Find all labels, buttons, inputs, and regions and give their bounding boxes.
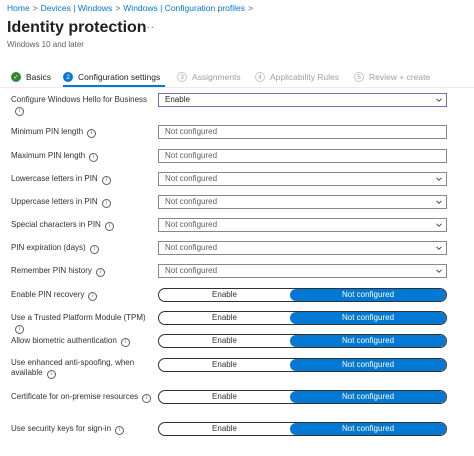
setting-label: Lowercase letters in PIN i [11, 174, 156, 185]
anti-spoofing-toggle: Enable Not configured [158, 358, 447, 372]
info-icon[interactable]: i [101, 176, 111, 185]
checkmark-icon: ✓ [11, 72, 21, 82]
step-label: Assignments [192, 72, 241, 82]
input-placeholder: Not configured [165, 151, 218, 160]
toggle-option-enable[interactable]: Enable [159, 312, 290, 324]
min-pin-length-input[interactable]: Not configured [158, 125, 447, 139]
chevron-down-icon [436, 98, 442, 102]
info-icon[interactable]: i [142, 394, 152, 403]
setting-label: Configure Windows Hello for Businessi [11, 95, 148, 116]
step-label: Basics [26, 72, 52, 82]
dropdown-value: Not configured [165, 266, 218, 275]
toggle-option-enable[interactable]: Enable [159, 423, 290, 435]
setting-label: PIN expiration (days) i [11, 243, 156, 254]
step-basics[interactable]: ✓ Basics [11, 70, 51, 84]
setting-label: Use enhanced anti-spoofing, when availab… [11, 358, 135, 379]
pin-expiration-dropdown[interactable]: Not configured [158, 241, 447, 255]
info-icon[interactable]: i [15, 107, 24, 116]
info-icon[interactable]: i [46, 370, 56, 379]
pin-recovery-toggle: Enable Not configured [158, 288, 447, 302]
dropdown-value: Enable [165, 95, 190, 104]
breadcrumb-separator: > [32, 3, 38, 13]
biometric-toggle: Enable Not configured [158, 334, 447, 348]
toggle-option-not-configured[interactable]: Not configured [290, 289, 446, 301]
step-number: 2 [63, 72, 73, 82]
step-configuration-settings[interactable]: 2 Configuration settings [63, 70, 160, 84]
windows-hello-dropdown[interactable]: Enable [158, 93, 447, 107]
setting-label: Maximum PIN length i [11, 151, 156, 162]
setting-label: Special characters in PIN i [11, 220, 156, 231]
max-pin-length-input[interactable]: Not configured [158, 149, 447, 163]
info-icon[interactable]: i [115, 426, 125, 435]
security-keys-toggle: Enable Not configured [158, 422, 447, 436]
toggle-option-not-configured[interactable]: Not configured [290, 391, 446, 403]
chevron-down-icon [436, 269, 442, 273]
dropdown-value: Not configured [165, 197, 218, 206]
setting-label: Uppercase letters in PIN i [11, 197, 156, 208]
step-number: 5 [354, 72, 364, 82]
divider [0, 87, 474, 88]
toggle-option-enable[interactable]: Enable [159, 359, 290, 371]
pin-history-dropdown[interactable]: Not configured [158, 264, 447, 278]
info-icon[interactable]: i [104, 222, 114, 231]
step-label: Review + create [369, 72, 431, 82]
breadcrumb: Home > Devices | Windows > Windows | Configu… [7, 3, 256, 13]
info-icon[interactable]: i [101, 199, 111, 208]
step-applicability-rules[interactable]: 4 Applicability Rules [255, 70, 339, 84]
info-icon[interactable]: i [15, 325, 24, 334]
toggle-option-enable[interactable]: Enable [159, 391, 290, 403]
breadcrumb-separator: > [115, 3, 121, 13]
dropdown-value: Not configured [165, 220, 218, 229]
setting-label: Allow biometric authentication i [11, 336, 156, 347]
setting-label: Use a Trusted Platform Module (TPM)i [11, 313, 146, 334]
breadcrumb-devices-windows[interactable]: Devices | Windows [41, 3, 113, 13]
chevron-down-icon [436, 200, 442, 204]
setting-label: Minimum PIN length i [11, 127, 156, 138]
step-number: 3 [177, 72, 187, 82]
special-characters-dropdown[interactable]: Not configured [158, 218, 447, 232]
step-label: Configuration settings [78, 72, 161, 82]
chevron-down-icon [436, 223, 442, 227]
lowercase-dropdown[interactable]: Not configured [158, 172, 447, 186]
toggle-option-not-configured[interactable]: Not configured [290, 359, 446, 371]
chevron-down-icon [436, 177, 442, 181]
toggle-option-not-configured[interactable]: Not configured [290, 423, 446, 435]
uppercase-dropdown[interactable]: Not configured [158, 195, 447, 209]
info-icon[interactable]: i [87, 129, 97, 138]
more-options-icon[interactable]: ··· [142, 22, 155, 33]
toggle-option-not-configured[interactable]: Not configured [290, 312, 446, 324]
info-icon[interactable]: i [95, 268, 105, 277]
dropdown-value: Not configured [165, 174, 218, 183]
page-title: Identity protection [7, 19, 147, 36]
breadcrumb-separator: > [248, 3, 253, 13]
chevron-down-icon [436, 246, 442, 250]
step-assignments[interactable]: 3 Assignments [177, 70, 241, 84]
setting-label: Enable PIN recovery i [11, 290, 156, 301]
on-premise-toggle: Enable Not configured [158, 390, 447, 404]
toggle-option-enable[interactable]: Enable [159, 289, 290, 301]
info-icon[interactable]: i [88, 292, 98, 301]
toggle-option-enable[interactable]: Enable [159, 335, 290, 347]
tpm-toggle: Enable Not configured [158, 311, 447, 325]
step-number: 4 [255, 72, 265, 82]
info-icon[interactable]: i [89, 245, 99, 254]
step-label: Applicability Rules [270, 72, 339, 82]
breadcrumb-configuration-profiles[interactable]: Windows | Configuration profiles [123, 3, 245, 13]
setting-label: Certificate for on-premise resources i [11, 392, 156, 403]
page-subtitle: Windows 10 and later [7, 40, 84, 49]
breadcrumb-home[interactable]: Home [7, 3, 30, 13]
dropdown-value: Not configured [165, 243, 218, 252]
setting-label: Remember PIN history i [11, 266, 156, 277]
input-placeholder: Not configured [165, 127, 218, 136]
setting-label: Use security keys for sign-in i [11, 424, 156, 435]
toggle-option-not-configured[interactable]: Not configured [290, 335, 446, 347]
info-icon[interactable]: i [120, 338, 130, 347]
step-review-create[interactable]: 5 Review + create [354, 70, 430, 84]
info-icon[interactable]: i [89, 153, 99, 162]
